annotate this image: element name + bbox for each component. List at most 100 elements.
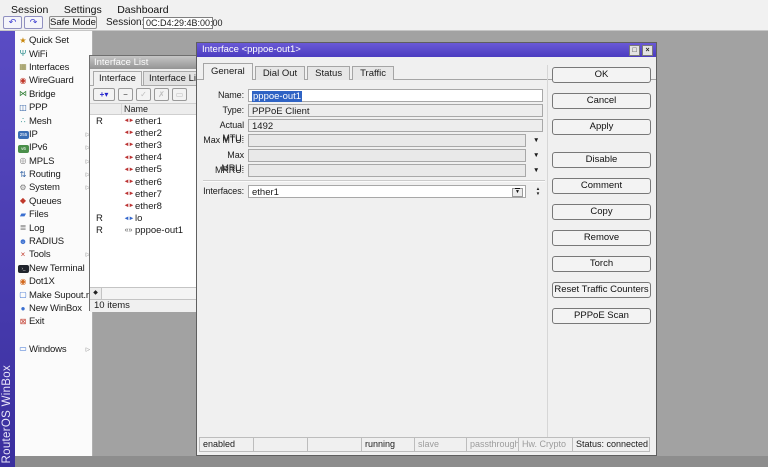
disable-button[interactable]: ✗ — [154, 88, 169, 101]
chevron-down-icon[interactable]: ▼ — [533, 137, 539, 144]
chevron-down-icon[interactable]: ▼ — [533, 167, 539, 174]
sidebar-item-tools[interactable]: × Tools ▷ — [15, 248, 92, 261]
sidebar-item-radius[interactable]: ☻ RADIUS — [15, 235, 92, 248]
tab-general[interactable]: General — [203, 63, 253, 80]
cancel-button[interactable]: Cancel — [552, 93, 651, 109]
redo-button[interactable]: ↷ — [24, 16, 43, 29]
updown-stepper[interactable]: ▲ ▼ — [533, 186, 543, 196]
status-hw-crypto: Hw. Crypto — [518, 437, 573, 452]
sidebar-item-windows[interactable]: ▭ Windows ▷ — [15, 343, 92, 356]
comment-button[interactable]: ▭ — [172, 88, 187, 101]
ethernet-icon: ◄► — [123, 191, 135, 198]
sidebar-item-log[interactable]: ≣ Log — [15, 221, 92, 234]
windows-icon: ▭ — [19, 344, 27, 354]
tab-interface[interactable]: Interface — [93, 71, 142, 86]
tab-status[interactable]: Status — [307, 66, 351, 80]
sidebar-item-mpls[interactable]: ◎ MPLS ▷ — [15, 155, 92, 168]
dialog-title: Interface <pppoe-out1> — [202, 44, 301, 55]
form-separator — [203, 180, 545, 181]
sidebar-item-mesh[interactable]: ∴ Mesh — [15, 114, 92, 127]
pppoe-icon: «» — [124, 227, 133, 235]
status-slave: slave — [414, 437, 467, 452]
actual-mtu-row: Actual MTU: 1492 — [203, 119, 551, 143]
actual-mtu-value: 1492 — [248, 119, 543, 132]
sidebar-item-label: Tools — [29, 249, 51, 261]
sidebar-item-ppp[interactable]: ◫ PPP — [15, 101, 92, 114]
remove-button[interactable]: Remove — [552, 230, 651, 246]
tab-traffic[interactable]: Traffic — [352, 66, 394, 80]
status-passthrough: passthrough — [466, 437, 519, 452]
max-mru-row: Max MRU: ▼ — [203, 149, 551, 173]
remove-button[interactable]: − — [118, 88, 133, 101]
dialog-titlebar[interactable]: Interface <pppoe-out1> □ × — [197, 43, 656, 57]
sidebar-item-files[interactable]: ▰ Files — [15, 208, 92, 221]
window-bottom-edge — [15, 456, 768, 467]
ethernet-icon: ◄► — [123, 118, 135, 125]
maximize-button[interactable]: □ — [629, 44, 640, 56]
sidebar-item-label: PPP — [29, 102, 48, 114]
sidebar-item-label: Dot1X — [29, 276, 55, 288]
chevron-down-icon[interactable]: ▼ — [533, 152, 539, 159]
row-flag: R — [96, 115, 103, 127]
copy-button[interactable]: Copy — [552, 204, 651, 220]
name-input[interactable]: pppoe-out1 — [248, 89, 543, 102]
sidebar-item-label: Mesh — [29, 115, 52, 127]
close-button[interactable]: × — [642, 44, 653, 56]
scrollbar-left-icon[interactable]: ◆ — [90, 288, 102, 299]
ppp-icon: ◫ — [19, 102, 27, 112]
safe-mode-button[interactable]: Safe Mode — [49, 16, 97, 29]
sidebar-separator — [15, 329, 92, 343]
sidebar-item-quick-set[interactable]: ★ Quick Set — [15, 34, 92, 47]
session-field[interactable]: 0C:D4:29:4B:00:00 — [143, 16, 223, 29]
sidebar-item-label: New Terminal — [29, 262, 85, 274]
sidebar-item-system[interactable]: ⚙ System ▷ — [15, 181, 92, 194]
sidebar-item-label: Routing — [29, 169, 61, 181]
row-flag: R — [96, 225, 103, 237]
routing-icon: ⇅ — [19, 169, 27, 179]
interfaces-icon: ▦ — [19, 62, 27, 72]
torch-button[interactable]: Torch — [552, 256, 651, 272]
sidebar-item-new-terminal[interactable]: ›_ New Terminal — [15, 262, 92, 275]
max-mru-input[interactable] — [248, 149, 526, 162]
sidebar-item-bridge[interactable]: ⋈ Bridge — [15, 88, 92, 101]
sidebar-item-exit[interactable]: ⊠ Exit — [15, 315, 92, 328]
sidebar-item-interfaces[interactable]: ▦ Interfaces — [15, 61, 92, 74]
interfaces-input[interactable]: ether1 ▼ — [248, 185, 526, 198]
sidebar-item-ipv6[interactable]: v6 IPv6 ▷ — [15, 141, 92, 154]
tab-dial-out[interactable]: Dial Out — [254, 66, 306, 80]
sidebar-item-wifi[interactable]: Ψ WiFi — [15, 47, 92, 60]
disable-button[interactable]: Disable — [552, 152, 651, 168]
sidebar-item-dot1x[interactable]: ◉ Dot1X — [15, 275, 92, 288]
quick-set-icon: ★ — [19, 35, 27, 45]
sidebar-item-new-winbox[interactable]: ● New WinBox — [15, 302, 92, 315]
apply-button[interactable]: Apply — [552, 119, 651, 135]
ok-button[interactable]: OK — [552, 67, 651, 83]
dropdown-icon[interactable]: ▼ — [512, 187, 523, 197]
type-value: PPPoE Client — [248, 104, 543, 117]
bridge-icon: ⋈ — [19, 89, 27, 99]
reset-traffic-counters-button[interactable]: Reset Traffic Counters — [552, 282, 651, 298]
ip-icon: 255 — [18, 131, 29, 140]
mrru-input[interactable] — [248, 164, 526, 177]
sidebar-item-label: IPv6 — [29, 142, 48, 154]
winbox-app: Session Settings Dashboard ↶ ↷ Safe Mode… — [0, 0, 768, 467]
undo-button[interactable]: ↶ — [3, 16, 22, 29]
max-mtu-input[interactable] — [248, 134, 526, 147]
brand-vertical-text: RouterOS WinBox — [1, 364, 13, 463]
status-empty — [253, 437, 308, 452]
sidebar-item-ip[interactable]: 255 IP ▷ — [15, 128, 92, 141]
sidebar-item-wireguard[interactable]: ◉ WireGuard — [15, 74, 92, 87]
status-empty — [307, 437, 362, 452]
sidebar-item-queues[interactable]: ◆ Queues — [15, 195, 92, 208]
status-running: running — [361, 437, 415, 452]
add-button[interactable]: +▾ — [93, 88, 115, 101]
enable-button[interactable]: ✓ — [136, 88, 151, 101]
queues-icon: ◆ — [19, 196, 27, 206]
interfaces-row: Interfaces: ether1 ▼ ▲ ▼ — [203, 185, 551, 198]
pppoe-scan-button[interactable]: PPPoE Scan — [552, 308, 651, 324]
ethernet-icon: ◄► — [123, 179, 135, 186]
sidebar-item-make-supout[interactable]: ▢ Make Supout.rif — [15, 288, 93, 301]
sidebar-item-label: WireGuard — [29, 75, 74, 87]
comment-button[interactable]: Comment — [552, 178, 651, 194]
sidebar-item-routing[interactable]: ⇅ Routing ▷ — [15, 168, 92, 181]
